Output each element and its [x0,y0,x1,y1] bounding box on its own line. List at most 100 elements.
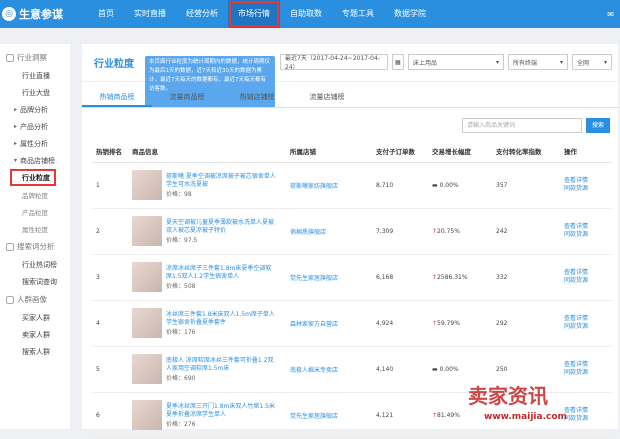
same-source-link[interactable]: 同款货源 [564,323,608,331]
flat-icon: ▬ [432,365,440,373]
sidebar-item-attribute[interactable]: ▸ 属性分析 [0,135,70,152]
view-details-link[interactable]: 查看详情 [564,177,608,185]
sidebar-item-buyers[interactable]: 买家人群 [0,309,70,326]
sidebar-item-product[interactable]: ▸ 产品分析 [0,118,70,135]
product-thumbnail[interactable] [132,170,162,200]
rank-cell: 4 [92,300,128,347]
shop-link[interactable]: 南极人棉米专卖店 [286,346,372,393]
nav-live[interactable]: 实时直播 [124,0,176,28]
date-range-select[interactable]: 最近7天（2017-04-24~2017-04-24） [280,54,388,71]
product-thumbnail[interactable] [132,216,162,246]
shop-link[interactable]: 荷斯曦家纺旗舰店 [286,162,372,209]
sidebar-item-industry-overview[interactable]: 行业大盘 [0,84,70,101]
sidebar-item-hot-words[interactable]: 行业热词榜 [0,256,70,273]
logo-icon: ◎ [2,7,16,21]
calendar-icon[interactable]: ▦ [392,54,404,70]
col-orders[interactable]: 支付子订单数 [372,140,428,163]
growth-cell: ↑20.75% [428,208,492,255]
shop-link[interactable]: 觉先生家居旗舰店 [286,392,372,439]
sidebar-item-ranking[interactable]: ▾ 商品店铺榜 [0,152,70,169]
conversion-cell: 292 [492,300,560,347]
scope-select[interactable]: 全网 ▾ [572,54,612,70]
tab-traffic-shops[interactable]: 流量店铺榜 [292,86,362,107]
sidebar-item-sellers[interactable]: 卖家人群 [0,326,70,343]
product-title-link[interactable]: 夏季冰丝席三开门1.8m床双人竹席1.5米夏季折叠凉席学生单人 [166,403,276,419]
view-details-link[interactable]: 查看详情 [564,269,608,277]
table-row: 3 凉席冰丝席子三件套1.8m床夏季空调软席1.5双人1.2学生宿舍单人 价格：5… [92,254,612,301]
view-details-link[interactable]: 查看详情 [564,315,608,323]
sidebar-item-searchers[interactable]: 搜索人群 [0,343,70,360]
mail-icon[interactable]: ✉ [607,10,614,19]
table-header-row: 热销排名 商品信息 所属店铺 支付子订单数 交易增长幅度 支付转化率指数 操作 [92,140,612,163]
shop-link[interactable]: 觉先生家居旗舰店 [286,254,372,301]
product-title-link[interactable]: 夏天空调被儿童夏季薄款被水洗单人夏被双人被芯夏凉被子特价 [166,219,276,235]
top-navigation-bar: ◎ 生意参谋 首页 实时直播 经营分析 市场行情 自助取数 专题工具 数据学院 … [0,0,620,28]
product-title-link[interactable]: 凉席冰丝席子三件套1.8m床夏季空调软席1.5双人1.2学生宿舍单人 [166,265,276,281]
search-button[interactable]: 搜索 [586,118,610,133]
chevron-down-icon: ▾ [559,58,563,66]
sidebar-item-industry-live[interactable]: 行业直播 [0,67,70,84]
nav-tools[interactable]: 专题工具 [332,0,384,28]
col-conversion[interactable]: 支付转化率指数 [492,140,560,163]
sidebar-item-product-granularity[interactable]: 产品粒度 [0,203,70,220]
page-title: 行业粒度 [94,59,134,70]
tab-hot-products[interactable]: 热销商品榜 [82,86,152,107]
category-select[interactable]: 床上用品 ▾ [408,54,504,70]
sidebar-item-attribute-granularity[interactable]: 属性粒度 [0,220,70,237]
rank-cell: 1 [92,162,128,209]
same-source-link[interactable]: 同款货源 [564,231,608,239]
nav-academy[interactable]: 数据学院 [384,0,436,28]
terminal-select[interactable]: 所有终端 ▾ [508,54,568,70]
logo-text: 生意参谋 [19,8,63,21]
sidebar-item-brand-granularity[interactable]: 品牌粒度 [0,186,70,203]
rank-cell: 2 [92,208,128,255]
view-details-link[interactable]: 查看详情 [564,223,608,231]
product-title-link[interactable]: 荷斯曦 夏季空调被凉席被子被芯宿舍单人学生可水洗夏被 [166,173,276,189]
same-source-link[interactable]: 同款货源 [564,369,608,377]
growth-cell: ↑2586.31% [428,254,492,301]
sidebar-item-word-query[interactable]: 搜索词查询 [0,273,70,290]
table-row: 2 夏天空调被儿童夏季薄款被水洗单人夏被双人被芯夏凉被子特价 价格：97.5 俏棉… [92,208,612,255]
product-thumbnail[interactable] [132,400,162,430]
shop-link[interactable]: 俏棉质旗舰店 [286,208,372,255]
sidebar: 行业洞察 行业直播 行业大盘 ▸ 品牌分析 ▸ 产品分析 ▸ 属性分析 ▾ 商品店铺榜 … [0,44,70,429]
chevron-down-icon: ▾ [603,58,607,66]
col-shop: 所属店铺 [286,140,372,163]
same-source-link[interactable]: 同款货源 [564,185,608,193]
conversion-cell: 332 [492,254,560,301]
nav-self-service[interactable]: 自助取数 [280,0,332,28]
product-title-link[interactable]: 冰丝席三件套1.8米床双人1.5m席子单人学生宿舍折叠夏季套件 [166,311,276,327]
sidebar-item-brand[interactable]: ▸ 品牌分析 [0,101,70,118]
nav-home[interactable]: 首页 [88,0,124,28]
sidebar-group-industry: 行业洞察 [0,48,70,67]
nav-operations[interactable]: 经营分析 [176,0,228,28]
product-thumbnail[interactable] [132,308,162,338]
caret-right-icon: ▸ [14,106,18,113]
nav-market[interactable]: 市场行情 [228,0,280,28]
app-logo[interactable]: ◎ 生意参谋 [0,6,88,22]
actions-cell: 查看详情 同款货源 [560,300,612,347]
view-details-link[interactable]: 查看详情 [564,361,608,369]
col-growth[interactable]: 交易增长幅度 [428,140,492,163]
sidebar-item-industry-granularity[interactable]: 行业粒度 [10,169,56,186]
shop-link[interactable]: 森林家家方自营店 [286,300,372,347]
caret-right-icon: ▸ [14,140,18,147]
search-input[interactable]: 请输入商品关键词 [462,118,582,133]
tab-traffic-products[interactable]: 流量商品榜 [152,86,222,107]
product-price: 价格：276 [166,420,196,428]
user-icon [6,295,14,304]
col-rank: 热销排名 [92,140,128,163]
sidebar-group-search: 搜索词分析 [0,237,70,256]
product-title-link[interactable]: 南极人 凉席软席冰丝三件套可折叠1.2双人家用空调软席1.5m床 [166,357,276,373]
tab-hot-shops[interactable]: 热销店铺榜 [222,86,292,107]
product-price: 价格：98 [166,190,192,198]
product-cell: 夏季冰丝席三开门1.8m床双人竹席1.5米夏季折叠凉席学生单人 价格：276 [128,392,286,439]
product-thumbnail[interactable] [132,262,162,292]
flat-icon: ▬ [432,181,440,189]
product-price: 价格：690 [166,374,196,382]
conversion-cell: 242 [492,208,560,255]
orders-cell: 4,121 [372,392,428,439]
product-thumbnail[interactable] [132,354,162,384]
same-source-link[interactable]: 同款货源 [564,277,608,285]
product-cell: 南极人 凉席软席冰丝三件套可折叠1.2双人家用空调软席1.5m床 价格：690 [128,346,286,393]
